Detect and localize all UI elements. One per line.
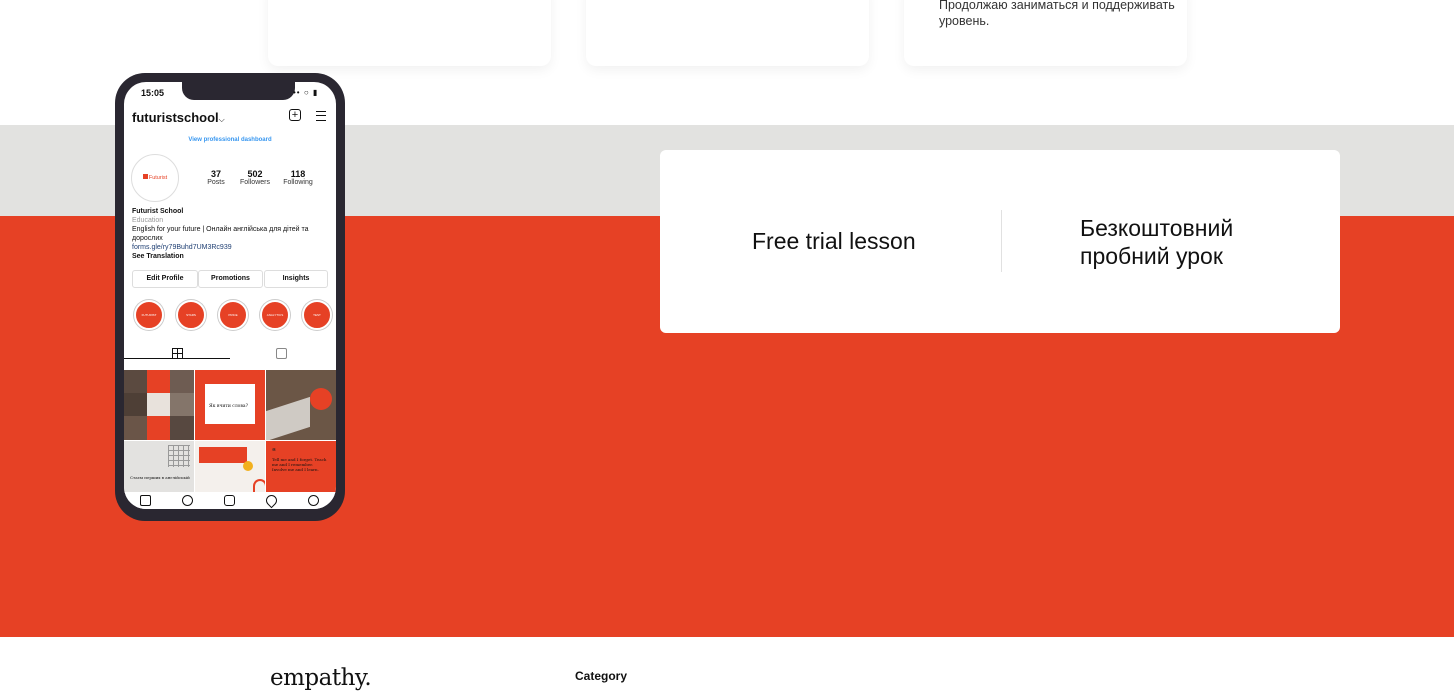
active-tab-indicator xyxy=(124,358,230,359)
post-tile-6[interactable]: “ Tell me and I forget. Teach me and I r… xyxy=(266,441,336,493)
free-trial-label-ua[interactable]: Безкоштовний пробний урок xyxy=(1080,214,1300,270)
stat-value: 37 xyxy=(210,169,221,179)
stat-label: Posts xyxy=(207,179,225,186)
bottom-nav xyxy=(124,492,336,509)
feature-card-3-text: Продолжаю заниматься и поддерживать уров… xyxy=(939,0,1175,28)
promotions-button[interactable]: Promotions xyxy=(198,270,263,288)
add-post-icon[interactable] xyxy=(224,495,235,506)
new-post-icon[interactable]: + xyxy=(289,109,301,121)
highlight-2[interactable]: STARS xyxy=(176,300,206,330)
bio-category: Education xyxy=(132,217,164,224)
bio-link[interactable]: forms.gle/ry79Buhd7UM3Rc939 xyxy=(132,243,332,252)
profile-icon[interactable] xyxy=(308,495,319,506)
quote-text: Tell me and I forget. Teach me and I rem… xyxy=(272,457,327,472)
professional-dashboard-link[interactable]: View professional dashboard xyxy=(124,137,336,143)
stat-label: Followers xyxy=(240,179,270,186)
post-tile-5[interactable] xyxy=(195,441,265,493)
highlight-label: ANALYTICS xyxy=(266,313,284,317)
post-tile-2[interactable]: Як вчити слова? xyxy=(195,370,265,440)
chevron-down-icon: ⌵ xyxy=(218,115,225,124)
highlight-3[interactable]: PRICE xyxy=(218,300,248,330)
menu-icon[interactable] xyxy=(316,111,326,121)
footer-logo[interactable]: empathy. xyxy=(270,665,372,691)
highlight-label: PRICE xyxy=(228,313,238,317)
post-tile-1[interactable] xyxy=(124,370,194,440)
feature-card-2 xyxy=(586,0,869,66)
phone-mockup: 15:05 •• ○ ▮ futuristschool⌵ + View prof… xyxy=(115,73,345,521)
profile-bio: Futurist School Education English for yo… xyxy=(132,207,332,261)
highlight-label: FUTURIST xyxy=(141,313,157,317)
free-trial-label-en[interactable]: Free trial lesson xyxy=(752,228,916,255)
post-tile-4[interactable]: Стаєм перших в англійській xyxy=(124,441,194,493)
heart-icon[interactable] xyxy=(263,492,280,509)
footer-category-heading: Category xyxy=(575,669,628,683)
tagged-icon[interactable] xyxy=(276,348,287,359)
insights-button[interactable]: Insights xyxy=(264,270,328,288)
divider xyxy=(1001,210,1002,272)
signal-battery-icon: •• ○ ▮ xyxy=(293,88,319,97)
post-tile-3[interactable] xyxy=(266,370,336,440)
bio-description: English for your future | Онлайн англійс… xyxy=(132,226,309,242)
highlight-label: TEST xyxy=(313,313,321,317)
stats-caption: Стаєм перших в англійській xyxy=(130,475,190,480)
phone-notch xyxy=(182,82,295,100)
avatar-logo: Futurist xyxy=(140,174,170,181)
stat-label: Following xyxy=(283,179,313,186)
stat-value: 502 xyxy=(247,169,263,179)
feature-card-1 xyxy=(268,0,551,66)
profile-username: futuristschool⌵ xyxy=(132,110,225,125)
stat-posts[interactable]: 37 Posts xyxy=(196,169,236,186)
highlight-5[interactable]: TEST xyxy=(302,300,332,330)
stat-followers[interactable]: 502 Followers xyxy=(235,169,275,186)
search-icon[interactable] xyxy=(182,495,193,506)
free-trial-card[interactable]: Free trial lesson Безкоштовний пробний у… xyxy=(660,150,1340,333)
see-translation-link[interactable]: See Translation xyxy=(132,252,332,261)
stat-value: 118 xyxy=(290,169,306,179)
avatar-logo-text: Futurist xyxy=(148,175,168,181)
post-caption: Як вчити слова? xyxy=(209,404,249,409)
highlight-1[interactable]: FUTURIST xyxy=(134,300,164,330)
status-time: 15:05 xyxy=(141,88,165,98)
username-text: futuristschool xyxy=(132,110,219,125)
home-icon[interactable] xyxy=(140,495,151,506)
bio-name: Futurist School xyxy=(132,208,184,215)
instagram-profile-screen: 15:05 •• ○ ▮ futuristschool⌵ + View prof… xyxy=(124,82,336,509)
highlight-4[interactable]: ANALYTICS xyxy=(260,300,290,330)
highlight-label: STARS xyxy=(186,313,196,317)
stat-following[interactable]: 118 Following xyxy=(278,169,318,186)
avatar: Futurist xyxy=(131,154,179,202)
edit-profile-button[interactable]: Edit Profile xyxy=(132,270,198,288)
